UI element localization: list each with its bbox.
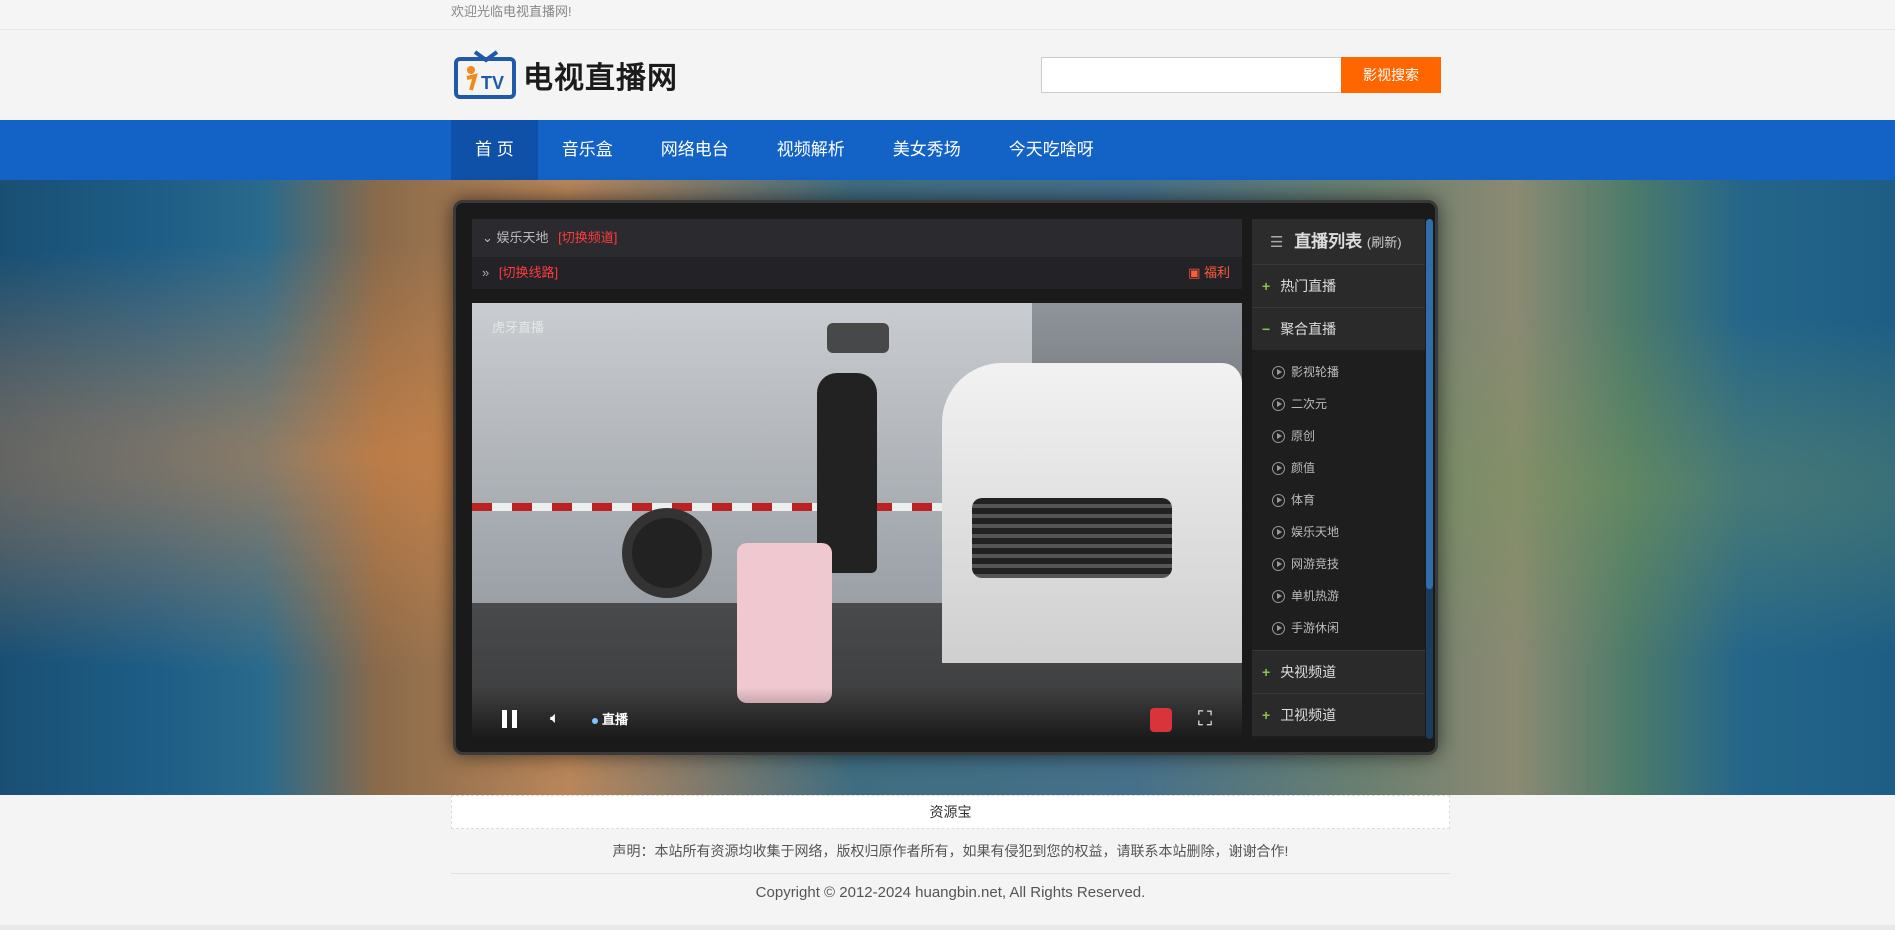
player-frame: ⌄ 娱乐天地 [切换频道] » [切换线路] ▣ 福利 虎牙直播 🔈︎ 直播 ☰: [453, 200, 1438, 755]
chevron-down-icon: ⌄: [482, 230, 493, 245]
sub-item-label: 原创: [1291, 429, 1316, 443]
group-label: 聚合直播: [1280, 321, 1337, 337]
bottom-divider: [0, 925, 1895, 930]
nav-item-music-box[interactable]: 音乐盒: [538, 120, 637, 180]
refresh-link[interactable]: (刷新): [1367, 235, 1402, 250]
sub-item-label: 颜值: [1291, 461, 1316, 475]
live-dot-icon: [592, 717, 598, 724]
nav-item-video-parse[interactable]: 视频解析: [753, 120, 869, 180]
search-input[interactable]: [1041, 57, 1341, 93]
aggregate-sub-list: 影视轮播 二次元 原创 颜值 体育 娱乐天地 网游竞技 单机热游 手游休闲: [1252, 350, 1425, 650]
site-logo[interactable]: TV 电视直播网: [453, 50, 678, 100]
collapse-minus-icon: −: [1262, 321, 1271, 337]
live-label: 直播: [602, 712, 629, 727]
sub-item-label: 二次元: [1291, 397, 1328, 411]
group-hot-live[interactable]: + 热门直播: [1252, 264, 1425, 307]
play-circle-icon: [1272, 366, 1285, 380]
play-circle-icon: [1272, 526, 1285, 540]
group-label: 卫视频道: [1280, 707, 1337, 723]
site-name: 电视直播网: [523, 62, 678, 95]
sub-item-single-player[interactable]: 单机热游: [1252, 580, 1425, 612]
main-nav: 首 页 音乐盒 网络电台 视频解析 美女秀场 今天吃啥呀: [0, 120, 1895, 180]
sub-item-label: 娱乐天地: [1291, 525, 1340, 539]
volume-icon[interactable]: 🔈︎: [550, 710, 560, 728]
welfare-label: 福利: [1203, 265, 1230, 280]
current-channel: 娱乐天地: [496, 230, 549, 245]
sub-item-anime[interactable]: 二次元: [1252, 388, 1425, 420]
video-frame-grille: [972, 498, 1172, 578]
tv-logo-icon: TV: [453, 50, 519, 100]
video-controls: 🔈︎ 直播: [472, 688, 1242, 738]
video-frame-wheel: [622, 508, 712, 598]
sub-item-online-games[interactable]: 网游竞技: [1252, 548, 1425, 580]
disclaimer: 声明：本站所有资源均收集于网络，版权归原作者所有，如果有侵犯到您的权益，请联系本…: [451, 838, 1450, 874]
scrollbar-thumb[interactable]: [1426, 219, 1433, 589]
sub-item-label: 手游休闲: [1291, 621, 1340, 635]
play-circle-icon: [1272, 494, 1285, 508]
play-circle-icon: [1272, 462, 1285, 476]
playlist-scrollbar[interactable]: [1426, 219, 1433, 739]
search-form: 影视搜索: [1041, 57, 1441, 93]
playlist-title: ☰ 直播列表 (刷新): [1252, 219, 1425, 264]
play-circle-icon: [1272, 558, 1285, 572]
sub-item-film-rotation[interactable]: 影视轮播: [1252, 356, 1425, 388]
copyright: Copyright © 2012-2024 huangbin.net, All …: [755, 884, 1146, 901]
group-aggregate-live[interactable]: − 聚合直播: [1252, 307, 1425, 350]
welfare-link[interactable]: ▣ 福利: [1188, 257, 1230, 289]
resource-link[interactable]: 资源宝: [451, 795, 1450, 829]
play-circle-icon: [1272, 430, 1285, 444]
header: TV 电视直播网 影视搜索: [0, 30, 1895, 120]
channel-bar: ⌄ 娱乐天地 [切换频道]: [472, 219, 1242, 257]
play-circle-icon: [1272, 398, 1285, 412]
nav-item-web-radio[interactable]: 网络电台: [637, 120, 753, 180]
fullscreen-icon[interactable]: [1196, 708, 1216, 731]
sub-item-label: 体育: [1291, 493, 1316, 507]
sub-item-sports[interactable]: 体育: [1252, 484, 1425, 516]
sub-item-original[interactable]: 原创: [1252, 420, 1425, 452]
sub-item-label: 单机热游: [1291, 589, 1340, 603]
nav-item-beauty-show[interactable]: 美女秀场: [869, 120, 985, 180]
sub-item-label: 网游竞技: [1291, 557, 1340, 571]
nav-item-home[interactable]: 首 页: [451, 120, 538, 180]
sub-item-label: 影视轮播: [1291, 365, 1340, 379]
live-indicator: 直播: [592, 709, 628, 728]
camera-icon: ▣: [1188, 265, 1201, 280]
sub-item-mobile-games[interactable]: 手游休闲: [1252, 612, 1425, 644]
pip-controls[interactable]: [827, 323, 889, 353]
switch-channel-link[interactable]: [切换频道]: [558, 230, 617, 245]
expand-plus-icon: +: [1262, 664, 1271, 680]
group-satellite[interactable]: + 卫视频道: [1252, 693, 1425, 736]
play-circle-icon: [1272, 590, 1285, 604]
nav-item-what-to-eat[interactable]: 今天吃啥呀: [985, 120, 1118, 180]
sub-item-entertainment[interactable]: 娱乐天地: [1252, 516, 1425, 548]
switch-route-link[interactable]: [切换线路]: [499, 265, 558, 280]
top-bar: 欢迎光临电视直播网!: [0, 0, 1895, 30]
search-button[interactable]: 影视搜索: [1341, 57, 1441, 93]
gift-icon[interactable]: [1150, 708, 1172, 732]
video-watermark: 虎牙直播: [492, 320, 545, 335]
group-label: 央视频道: [1280, 664, 1337, 680]
logo-badge-text: TV: [481, 73, 504, 93]
video-frame-suitcase: [737, 543, 832, 703]
group-cctv[interactable]: + 央视频道: [1252, 650, 1425, 693]
play-circle-icon: [1272, 622, 1285, 636]
video-frame-stripe: [472, 503, 952, 511]
sub-item-looks[interactable]: 颜值: [1252, 452, 1425, 484]
route-bar: » [切换线路] ▣ 福利: [472, 257, 1242, 289]
list-icon: ☰: [1270, 234, 1284, 251]
live-playlist: ☰ 直播列表 (刷新) + 热门直播 − 聚合直播 影视轮播 二次元 原创 颜值 体…: [1252, 219, 1425, 739]
video-player[interactable]: 虎牙直播 🔈︎ 直播: [472, 303, 1242, 738]
double-chevron-icon: »: [482, 265, 490, 280]
expand-plus-icon: +: [1262, 278, 1271, 294]
expand-plus-icon: +: [1262, 707, 1271, 723]
pause-icon[interactable]: [502, 710, 518, 728]
playlist-title-text: 直播列表: [1294, 232, 1363, 251]
group-label: 热门直播: [1280, 278, 1337, 294]
welcome-text: 欢迎光临电视直播网!: [451, 4, 572, 19]
